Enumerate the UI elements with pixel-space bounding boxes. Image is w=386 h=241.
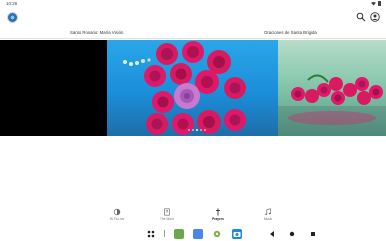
nav-label: Prayers [212,217,224,221]
section-divider [0,38,386,39]
music-note-icon [265,208,271,216]
nav-item-live[interactable]: IN Fa Live [97,206,137,226]
back-icon[interactable] [267,229,277,239]
nav-item-music[interactable]: Music [248,206,288,226]
battery-icon [378,1,381,6]
nav-item-prayers[interactable]: Prayers [198,206,238,226]
status-time: 10:26 [6,1,18,6]
carousel-page-indicator [188,129,206,131]
photos-app-icon[interactable] [193,229,203,239]
section-title[interactable]: Santo Rosario: María Visión [70,30,123,35]
search-icon[interactable] [356,12,366,22]
recents-icon[interactable] [308,229,318,239]
system-taskbar [0,226,386,241]
radio-icon [113,208,121,216]
section-title[interactable]: Oraciones de Santa Brígida [264,30,317,35]
nav-item-word[interactable]: The Word [147,206,187,226]
home-icon[interactable] [287,229,297,239]
camera-app-icon[interactable] [232,229,242,239]
roses-bouquet-image [123,41,246,135]
status-icons [371,1,381,6]
carousel-dot[interactable] [204,129,206,131]
wifi-icon [371,1,376,5]
nav-label: IN Fa Live [109,217,125,221]
dock-app-icon[interactable] [174,229,184,239]
carousel-dot[interactable] [192,129,194,131]
nav-label: Music [263,217,273,221]
book-icon [164,208,170,216]
settings-app-icon[interactable] [212,229,222,239]
image-carousel[interactable] [0,40,386,136]
app-logo[interactable] [7,12,18,23]
carousel-dot[interactable] [188,129,190,131]
carousel-slide-previous[interactable] [0,40,107,136]
account-icon[interactable] [370,12,380,22]
nav-label: The Word [160,217,174,221]
carousel-slide-next[interactable] [278,40,386,136]
roses-on-table-image [278,74,386,136]
cross-icon [216,208,220,216]
status-bar: 10:26 [0,0,386,8]
bottom-navigation: IN Fa Live The Word Prayers Music [0,206,386,226]
taskbar-divider [164,230,165,237]
carousel-dot[interactable] [196,129,198,131]
app-bar [0,8,386,28]
app-grid-icon[interactable] [146,229,156,239]
carousel-slide-current[interactable] [107,40,278,136]
carousel-dot[interactable] [200,129,202,131]
